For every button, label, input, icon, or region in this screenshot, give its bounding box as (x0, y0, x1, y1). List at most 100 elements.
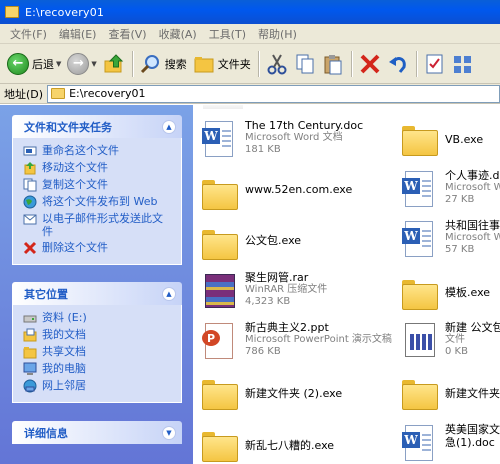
scissors-icon (266, 53, 288, 75)
menu-favorites[interactable]: 收藏(A) (153, 26, 203, 42)
menu-file[interactable]: 文件(F) (4, 26, 53, 42)
place-network[interactable]: 网上邻居 (23, 379, 173, 393)
folder-icon (199, 173, 239, 213)
file-item[interactable]: W 英美国家文 急(1).doc (399, 423, 500, 463)
folder-icon (399, 119, 439, 159)
network-icon (23, 379, 37, 393)
place-drive-e[interactable]: 资料 (E:) (23, 311, 173, 325)
file-name: VB.exe (445, 133, 484, 146)
place-label: 网上邻居 (42, 379, 86, 392)
details-header[interactable]: 详细信息 ▼ (12, 421, 182, 444)
up-folder-button[interactable] (100, 48, 128, 80)
file-item[interactable]: W 共和国往事Microsoft Wo57 KB (399, 219, 500, 259)
file-name: 英美国家文 (445, 423, 500, 436)
file-item[interactable]: www.52en.com.exe (199, 173, 352, 213)
folder-window-icon (5, 6, 19, 18)
folder-icon (199, 425, 239, 464)
computer-icon (23, 362, 37, 376)
collapse-chevron-icon[interactable]: ▲ (162, 119, 176, 134)
copy-icon (294, 53, 316, 75)
file-item[interactable]: 聚生网管.rar WinRAR 压缩文件 4,323 KB (199, 271, 327, 311)
views-icon (452, 53, 474, 75)
file-size: 181 KB (245, 144, 281, 155)
file-item[interactable]: 新建 公文包 文件 0 KB (399, 321, 500, 361)
expand-chevron-icon[interactable]: ▼ (162, 425, 176, 440)
paste-icon (322, 53, 344, 75)
forward-button[interactable]: → ▼ (64, 48, 99, 80)
task-delete[interactable]: 删除这个文件 (23, 241, 173, 255)
other-places-title: 其它位置 (24, 287, 68, 301)
place-my-computer[interactable]: 我的电脑 (23, 362, 173, 376)
file-item[interactable]: VB.exe (399, 119, 483, 159)
rename-icon (23, 144, 37, 158)
globe-icon (23, 195, 37, 209)
menu-help[interactable]: 帮助(H) (252, 26, 303, 42)
address-value: E:\recovery01 (69, 87, 146, 100)
file-size: 4,323 KB (245, 296, 291, 307)
up-folder-icon (103, 53, 125, 75)
search-button[interactable]: 搜索 (137, 48, 190, 80)
file-name: 新建文件夹 (445, 387, 500, 400)
email-icon (23, 212, 37, 226)
file-item[interactable]: 公文包.exe (199, 223, 301, 263)
chevron-down-icon[interactable]: ▼ (56, 60, 61, 68)
word-doc-icon: W (399, 219, 439, 259)
undo-button[interactable] (384, 48, 412, 80)
folder-icon (399, 373, 439, 413)
copy-icon (23, 178, 37, 192)
copy-button[interactable] (291, 48, 319, 80)
views-button[interactable] (449, 48, 477, 80)
properties-button[interactable] (421, 48, 449, 80)
file-size: 57 KB (445, 244, 475, 255)
task-publish-web[interactable]: 将这个文件发布到 Web (23, 195, 173, 209)
delete-button[interactable] (356, 48, 384, 80)
folder-icon (199, 373, 239, 413)
task-copy[interactable]: 复制这个文件 (23, 178, 173, 192)
file-name: 公文包.exe (245, 234, 302, 247)
shared-folder-icon (23, 345, 37, 359)
task-label: 将这个文件发布到 Web (42, 195, 158, 208)
file-name: 新建 公文包 (445, 321, 500, 334)
collapse-chevron-icon[interactable]: ▲ (162, 286, 176, 301)
file-tasks-panel: 文件和文件夹任务 ▲ 重命名这个文件 移动这个文件 复制这个文件 将这个文件发布… (12, 115, 182, 265)
menu-view[interactable]: 查看(V) (102, 26, 152, 42)
file-size: 786 KB (245, 346, 281, 357)
file-item[interactable]: 新乱七八糟的.exe (199, 425, 334, 464)
toolbar-separator (131, 50, 133, 77)
file-type: 文件 (445, 334, 465, 345)
file-item[interactable]: W The 17th Century.doc Microsoft Word 文档 1… (199, 119, 363, 159)
file-tasks-header[interactable]: 文件和文件夹任务 ▲ (12, 115, 182, 138)
task-email[interactable]: 以电子邮件形式发送此文件 (23, 212, 173, 238)
back-button[interactable]: ← 后退 ▼ (4, 48, 64, 80)
chevron-down-icon[interactable]: ▼ (91, 60, 96, 68)
address-input[interactable]: E:\recovery01 (47, 84, 500, 103)
cut-button[interactable] (263, 48, 291, 80)
place-my-documents[interactable]: 我的文档 (23, 328, 173, 342)
file-item[interactable]: 新建文件夹 (399, 373, 500, 413)
file-item[interactable]: 新建文件夹 (2).exe (199, 373, 342, 413)
place-shared-documents[interactable]: 共享文档 (23, 345, 173, 359)
file-size: 0 KB (445, 346, 468, 357)
menu-tools[interactable]: 工具(T) (203, 26, 252, 42)
task-pane: 文件和文件夹任务 ▲ 重命名这个文件 移动这个文件 复制这个文件 将这个文件发布… (0, 105, 193, 464)
file-name: 个人事迹.doc (445, 169, 500, 182)
file-type: WinRAR 压缩文件 (245, 284, 328, 295)
place-label: 我的文档 (42, 328, 86, 341)
file-type: Microsoft Wo (445, 232, 500, 243)
task-rename[interactable]: 重命名这个文件 (23, 144, 173, 158)
paste-button[interactable] (319, 48, 347, 80)
details-panel: 详细信息 ▼ (12, 421, 182, 444)
file-item[interactable]: W 个人事迹.docMicrosoft Wo27 KB (399, 169, 500, 209)
briefcase-file-icon (399, 321, 439, 361)
task-label: 复制这个文件 (42, 178, 108, 191)
file-name: 共和国往事 (445, 219, 500, 232)
word-doc-icon: W (399, 423, 439, 463)
task-move[interactable]: 移动这个文件 (23, 161, 173, 175)
folders-button[interactable]: 文件夹 (190, 48, 254, 80)
toolbar-separator (415, 50, 417, 77)
file-item[interactable]: P 新古典主义2.ppt Microsoft PowerPoint 演示文稿 786… (199, 321, 392, 361)
menu-edit[interactable]: 编辑(E) (53, 26, 103, 42)
file-type: Microsoft Word 文档 (245, 132, 343, 143)
other-places-header[interactable]: 其它位置 ▲ (12, 282, 182, 305)
file-item[interactable]: 模板.exe (399, 273, 490, 313)
